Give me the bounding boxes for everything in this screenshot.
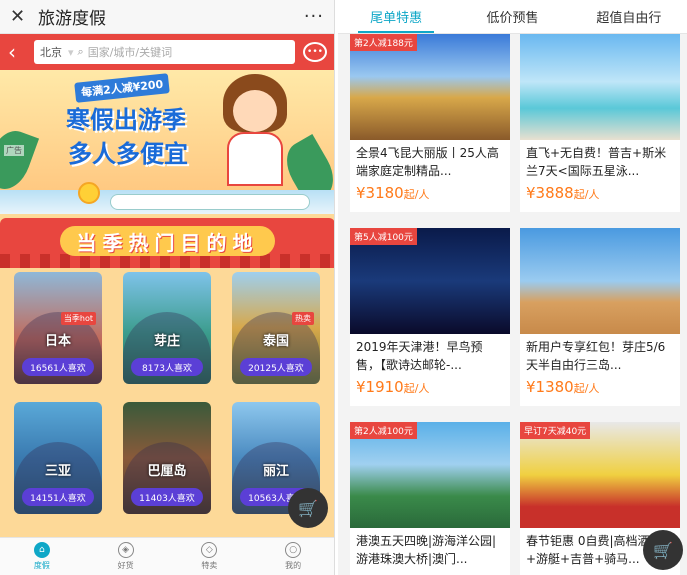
- search-bar: ‹ 北京 ▾ ⌕ 国家/城市/关键词 •••: [0, 34, 334, 70]
- search-placeholder: 国家/城市/关键词: [87, 46, 173, 59]
- deal-photo: 第2人减100元: [350, 422, 510, 528]
- user-icon: ○: [285, 542, 302, 558]
- tab-free-travel[interactable]: 超值自由行: [571, 0, 687, 33]
- destination-likes: 16561人喜欢: [22, 358, 94, 376]
- deal-card[interactable]: 第2人减188元 全景4飞昆大丽版丨25人高端家庭定制精品... ¥3180起/…: [350, 34, 510, 212]
- destination-likes: 11403人喜欢: [131, 488, 203, 506]
- destination-name: 泰国: [262, 334, 289, 349]
- nav-label: 度假: [33, 561, 50, 570]
- cart-icon[interactable]: 🛒: [288, 488, 328, 528]
- palm-tree-icon: ⌂: [33, 542, 50, 558]
- hot-destinations-section: 当季热门目的地 当季hot 日本 16561人喜欢 芽庄 8173人喜欢 热卖 …: [0, 182, 334, 540]
- leaf-decoration: [0, 124, 40, 190]
- deal-title: 直飞+无自费！普吉+斯米兰7天<国际五星泳...: [526, 146, 667, 178]
- destination-name: 芽庄: [153, 334, 180, 349]
- deal-tag: 第2人减188元: [350, 34, 417, 51]
- destination-card-thailand[interactable]: 热卖 泰国 20125人喜欢: [232, 272, 320, 384]
- deal-tabs: 尾单特惠 低价预售 超值自由行: [338, 0, 687, 34]
- right-phone-screen: 尾单特惠 低价预售 超值自由行 第2人减188元 全景4飞昆大丽版丨25人高端家…: [338, 0, 687, 575]
- destination-likes: 20125人喜欢: [240, 358, 312, 376]
- destination-card-nhatrang[interactable]: 芽庄 8173人喜欢: [123, 272, 211, 384]
- nav-item-profile[interactable]: ○ 我的: [251, 538, 334, 575]
- back-arrow-icon[interactable]: ‹: [8, 40, 34, 64]
- destination-likes: 14151人喜欢: [22, 488, 94, 506]
- section-title: 当季热门目的地: [60, 226, 275, 256]
- destination-badge: 热卖: [292, 312, 314, 325]
- deal-title: 港澳五天四晚|游海洋公园|游港珠澳大桥|澳门...: [356, 534, 497, 566]
- bottom-nav: ⌂ 度假 ◈ 好货 ◇ 特卖 ○ 我的: [0, 537, 334, 575]
- train-icon: [110, 194, 310, 210]
- destination-card-japan[interactable]: 当季hot 日本 16561人喜欢: [14, 272, 102, 384]
- deal-card[interactable]: 新用户专享红包！芽庄5/6天半自由行三岛... ¥1380起/人: [520, 228, 680, 406]
- promo-discount: 每满2人减¥200: [74, 73, 171, 103]
- nav-label: 我的: [285, 561, 302, 570]
- nav-label: 好货: [117, 561, 134, 570]
- deal-tag: 早订7天减40元: [520, 422, 591, 439]
- destination-name: 三亚: [44, 464, 71, 479]
- deal-card[interactable]: 第2人减100元 港澳五天四晚|游海洋公园|游港珠澳大桥|澳门...: [350, 422, 510, 575]
- train-decoration: [0, 182, 334, 214]
- tab-presale[interactable]: 低价预售: [454, 0, 570, 33]
- destination-likes: 8173人喜欢: [131, 358, 203, 376]
- destination-card-sanya[interactable]: 三亚 14151人喜欢: [14, 402, 102, 514]
- deal-title: 全景4飞昆大丽版丨25人高端家庭定制精品...: [356, 146, 499, 178]
- search-icon: ⌕: [77, 45, 84, 58]
- deal-photo: [520, 34, 680, 140]
- tab-last-minute[interactable]: 尾单特惠: [338, 0, 454, 33]
- nav-item-sale[interactable]: ◇ 特卖: [168, 538, 252, 575]
- tag-icon: ◇: [201, 542, 218, 558]
- deal-photo: 第2人减188元: [350, 34, 510, 140]
- section-roof-decoration: 当季热门目的地: [0, 218, 334, 268]
- deal-tag: 第2人减100元: [350, 422, 417, 439]
- promo-subheadline: 多人多便宜: [68, 140, 188, 168]
- app-header: ✕ 旅游度假 ···: [0, 0, 334, 34]
- destination-name: 巴厘岛: [147, 464, 187, 479]
- ad-label: 广告: [4, 145, 24, 156]
- left-phone-screen: ✕ 旅游度假 ··· ‹ 北京 ▾ ⌕ 国家/城市/关键词 ••• 每满2人减¥…: [0, 0, 335, 575]
- deal-card[interactable]: 第5人减100元 2019年天津港！早鸟预售，【歌诗达邮轮-... ¥1910起…: [350, 228, 510, 406]
- destination-name: 丽江: [262, 464, 289, 479]
- deal-title: 2019年天津港！早鸟预售，【歌诗达邮轮-...: [356, 340, 483, 372]
- nav-label: 特卖: [201, 561, 218, 570]
- message-icon[interactable]: •••: [303, 42, 327, 62]
- coin-icon: [78, 182, 100, 204]
- close-icon[interactable]: ✕: [10, 6, 32, 27]
- promo-headline: 寒假出游季: [66, 106, 186, 134]
- deal-photo: 早订7天减40元: [520, 422, 680, 528]
- nav-item-goods[interactable]: ◈ 好货: [84, 538, 168, 575]
- deal-title: 新用户专享红包！芽庄5/6天半自由行三岛...: [526, 340, 666, 372]
- deal-photo: [520, 228, 680, 334]
- destination-card-bali[interactable]: 巴厘岛 11403人喜欢: [123, 402, 211, 514]
- cart-icon[interactable]: 🛒: [643, 530, 683, 570]
- promo-banner[interactable]: 每满2人减¥200 寒假出游季 多人多便宜: [0, 70, 334, 190]
- city-selector[interactable]: 北京: [40, 44, 62, 60]
- deal-photo: 第5人减100元: [350, 228, 510, 334]
- page-title: 旅游度假: [38, 9, 106, 29]
- chevron-down-icon: ▾: [68, 45, 74, 59]
- deal-price: ¥3180起/人: [356, 184, 430, 202]
- destination-grid: 当季hot 日本 16561人喜欢 芽庄 8173人喜欢 热卖 泰国 20125…: [14, 272, 322, 514]
- deal-price: ¥1910起/人: [356, 378, 430, 396]
- deal-price: ¥1380起/人: [526, 378, 600, 396]
- more-icon[interactable]: ···: [304, 6, 324, 27]
- cartoon-girl-illustration: [215, 74, 295, 186]
- nav-item-vacation[interactable]: ⌂ 度假: [0, 538, 84, 575]
- search-input[interactable]: 北京 ▾ ⌕ 国家/城市/关键词: [34, 40, 295, 64]
- deal-price: ¥3888起/人: [526, 184, 600, 202]
- destination-badge: 当季hot: [60, 312, 96, 325]
- destination-name: 日本: [44, 334, 71, 349]
- deal-card[interactable]: 直飞+无自费！普吉+斯米兰7天<国际五星泳... ¥3888起/人: [520, 34, 680, 212]
- compass-icon: ◈: [117, 542, 134, 558]
- deal-tag: 第5人减100元: [350, 228, 417, 245]
